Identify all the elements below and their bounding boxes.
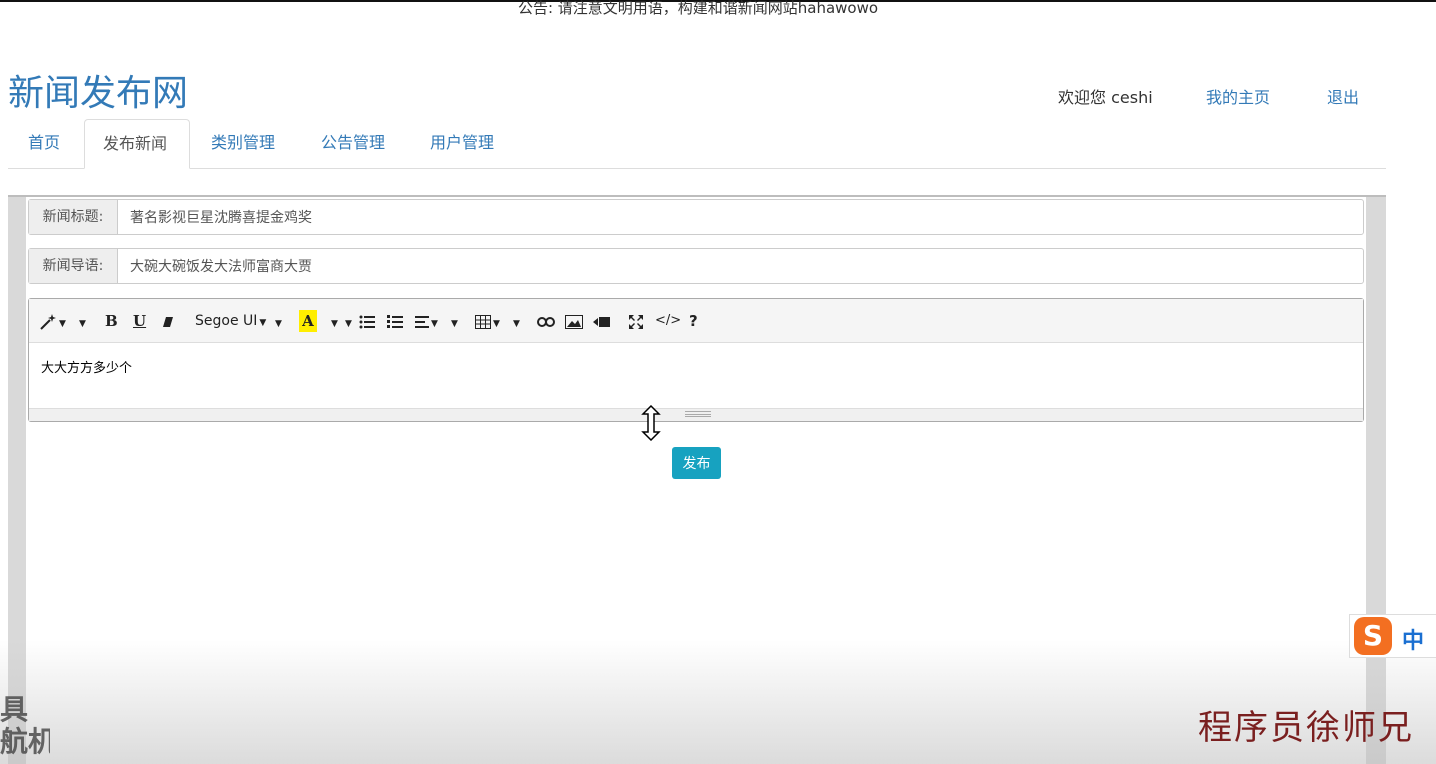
underline-button[interactable]: U (133, 310, 146, 332)
clear-format-button[interactable] (161, 310, 175, 332)
ime-status-bar[interactable]: S 中 (1349, 614, 1436, 658)
news-title-input[interactable] (118, 200, 1363, 234)
news-title-label: 新闻标题: (29, 200, 118, 234)
announcement-bar: 公告: 请注意文明用语，构建和谐新闻网站hahawowo (517, 0, 879, 17)
code-view-icon: </> (655, 313, 682, 328)
ime-mode-indicator[interactable]: 中 (1402, 623, 1424, 655)
news-lead-group: 新闻导语: (28, 248, 1364, 284)
video-watermark: 程序员徐师兄 (1198, 708, 1414, 748)
align-icon (415, 315, 429, 328)
table-icon (475, 314, 491, 329)
fullscreen-button[interactable] (629, 310, 643, 332)
resize-cursor-icon (641, 405, 661, 441)
bold-button[interactable]: B (105, 310, 118, 332)
news-lead-input[interactable] (118, 249, 1363, 283)
style-dropdown[interactable]: ▼ (39, 310, 66, 332)
help-icon: ? (689, 312, 698, 330)
welcome-text: 欢迎您 ceshi (1058, 88, 1153, 107)
font-color-button[interactable]: A (299, 310, 317, 332)
editor-content-area[interactable]: 大大方方多少个 (29, 343, 1363, 409)
eraser-icon (163, 316, 173, 327)
tab-category-management[interactable]: 类别管理 (193, 119, 293, 169)
dropdown-caret[interactable]: ▼ (77, 310, 86, 332)
resize-grip-icon (685, 411, 711, 417)
news-title-group: 新闻标题: (28, 199, 1364, 235)
dropdown-caret[interactable]: ▼ (511, 310, 520, 332)
table-dropdown[interactable]: ▼ (475, 310, 500, 332)
rich-text-editor: ▼ ▼ B U Segoe UI ▼ ▼ A ▼ ▼ ▼ ▼ ▼ ▼ </> ?… (28, 298, 1364, 422)
video-button[interactable] (593, 310, 611, 332)
underline-icon: U (133, 312, 147, 330)
my-home-link[interactable]: 我的主页 (1206, 84, 1270, 108)
dropdown-caret[interactable]: ▼ (449, 310, 458, 332)
video-icon (593, 316, 610, 327)
news-lead-label: 新闻导语: (29, 249, 118, 283)
font-family-label: Segoe UI (195, 313, 258, 329)
main-nav-tabs: 首页 发布新闻 类别管理 公告管理 用户管理 (8, 119, 1386, 169)
numbered-list-icon (387, 314, 403, 328)
tab-user-management[interactable]: 用户管理 (412, 119, 512, 169)
publish-button[interactable]: 发布 (672, 447, 721, 479)
code-view-button[interactable]: </> (655, 310, 681, 332)
bullet-list-icon (359, 315, 375, 328)
site-title[interactable]: 新闻发布网 (8, 64, 188, 116)
font-family-dropdown[interactable]: Segoe UI ▼ (195, 310, 266, 332)
help-button[interactable]: ? (689, 310, 698, 332)
dropdown-caret[interactable]: ▼ (273, 310, 282, 332)
image-button[interactable] (565, 310, 583, 332)
editor-toolbar: ▼ ▼ B U Segoe UI ▼ ▼ A ▼ ▼ ▼ ▼ ▼ ▼ </> ? (29, 299, 1363, 343)
font-color-dropdown[interactable]: ▼ (329, 310, 338, 332)
editor-resize-bar[interactable] (29, 408, 1363, 421)
paragraph-align-dropdown[interactable]: ▼ (415, 310, 438, 332)
tab-home[interactable]: 首页 (10, 119, 78, 169)
link-icon (537, 316, 555, 327)
numbered-list-button[interactable] (387, 310, 403, 332)
corner-overlay-text: 具 航机 (0, 694, 50, 758)
bold-icon: B (105, 312, 118, 330)
magic-wand-icon (40, 313, 56, 330)
bullet-list-button[interactable] (359, 310, 375, 332)
font-color-icon: A (302, 312, 314, 330)
tab-publish-news[interactable]: 发布新闻 (84, 119, 190, 169)
image-icon (565, 314, 583, 329)
link-button[interactable] (537, 310, 555, 332)
logout-link[interactable]: 退出 (1327, 84, 1359, 108)
fullscreen-icon (629, 314, 643, 329)
tab-announcement-management[interactable]: 公告管理 (303, 119, 403, 169)
sogou-logo-icon: S (1354, 617, 1392, 655)
dropdown-caret[interactable]: ▼ (343, 310, 352, 332)
